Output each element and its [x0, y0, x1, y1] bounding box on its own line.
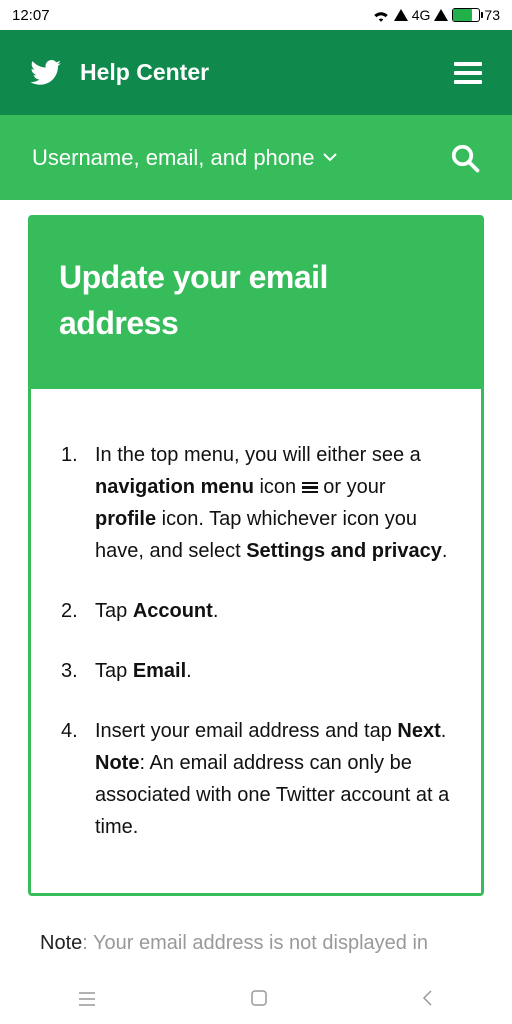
- step-item: Tap Email.: [61, 655, 451, 687]
- card-body: In the top menu, you will either see a n…: [31, 389, 481, 893]
- step-bold: profile: [95, 508, 156, 530]
- step-bold: Email: [133, 660, 186, 682]
- chevron-down-icon: [323, 153, 337, 162]
- battery-level: 73: [484, 7, 500, 23]
- step-text: Tap: [95, 600, 133, 622]
- step-text: Insert your email address and tap: [95, 720, 397, 742]
- hamburger-inline-icon: [302, 480, 318, 496]
- step-text: Tap: [95, 660, 133, 682]
- sub-header: Username, email, and phone: [0, 115, 512, 200]
- network-label: 4G: [412, 7, 431, 23]
- step-text: or your: [318, 476, 386, 498]
- status-bar: 12:07 4G 73: [0, 0, 512, 30]
- footnote-text: : Your email address is not displayed in: [82, 932, 428, 954]
- home-button[interactable]: [250, 987, 268, 1013]
- step-bold: Note: [95, 752, 139, 774]
- wifi-icon: [372, 8, 390, 22]
- back-button[interactable]: [421, 987, 435, 1013]
- category-dropdown[interactable]: Username, email, and phone: [32, 145, 337, 171]
- signal-icon: [394, 9, 408, 21]
- step-text: In the top menu, you will either see a: [95, 444, 421, 466]
- step-item: Insert your email address and tap Next. …: [61, 715, 451, 843]
- battery-icon: [452, 8, 480, 22]
- system-nav-bar: [0, 976, 512, 1024]
- top-header: Help Center: [0, 30, 512, 115]
- search-icon[interactable]: [450, 143, 480, 173]
- step-item: In the top menu, you will either see a n…: [61, 439, 451, 567]
- steps-list: In the top menu, you will either see a n…: [61, 439, 451, 843]
- step-text: icon: [254, 476, 302, 498]
- step-bold: Settings and privacy: [246, 540, 442, 562]
- footnote: Note: Your email address is not displaye…: [28, 896, 484, 955]
- status-right: 4G 73: [372, 7, 500, 23]
- menu-icon[interactable]: [454, 62, 482, 84]
- step-text: .: [213, 600, 219, 622]
- article-card: Update your email address In the top men…: [28, 215, 484, 896]
- step-text: .: [442, 540, 448, 562]
- twitter-icon: [30, 60, 62, 86]
- recent-apps-button[interactable]: [77, 987, 97, 1013]
- step-bold: navigation menu: [95, 476, 254, 498]
- signal-icon-2: [434, 9, 448, 21]
- card-header: Update your email address: [31, 218, 481, 389]
- category-label: Username, email, and phone: [32, 145, 315, 171]
- status-time: 12:07: [12, 7, 50, 24]
- step-text: : An email address can only be associate…: [95, 752, 449, 838]
- step-bold: Account: [133, 600, 213, 622]
- step-item: Tap Account.: [61, 595, 451, 627]
- footnote-label: Note: [40, 932, 82, 954]
- brand[interactable]: Help Center: [30, 59, 209, 86]
- step-text: .: [441, 720, 447, 742]
- article-title: Update your email address: [59, 254, 453, 347]
- page-title: Help Center: [80, 59, 209, 86]
- step-bold: Next: [397, 720, 440, 742]
- step-text: .: [186, 660, 192, 682]
- content-area: Update your email address In the top men…: [0, 200, 512, 955]
